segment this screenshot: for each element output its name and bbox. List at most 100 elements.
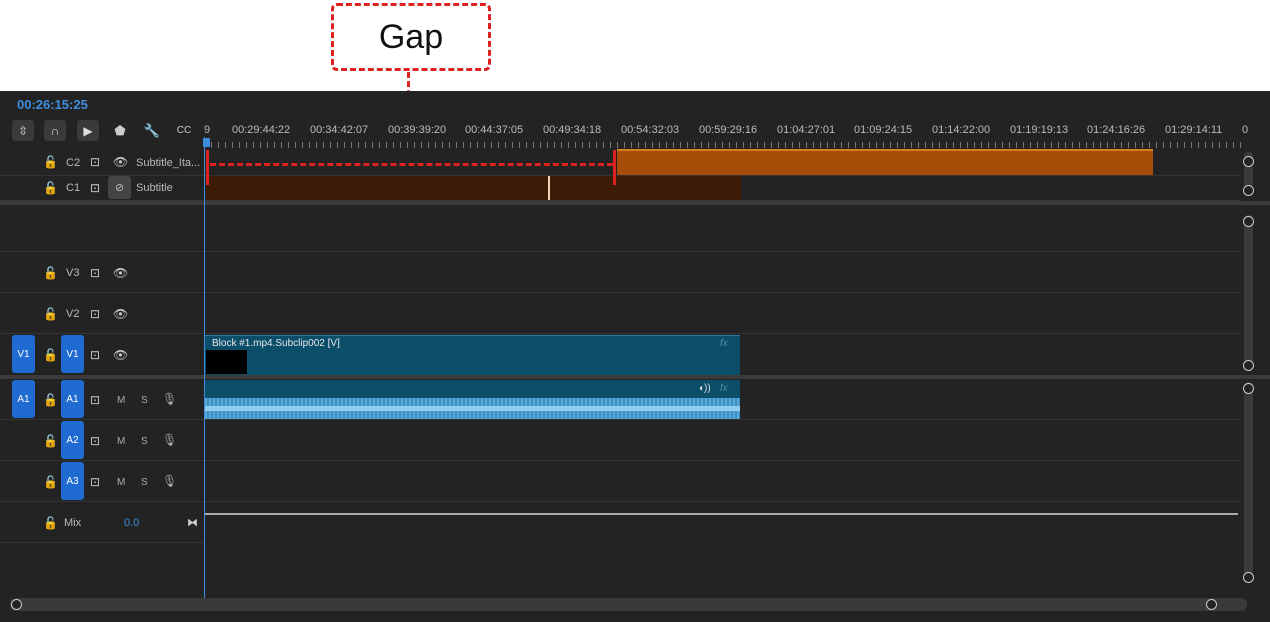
sync-lock-icon[interactable]: ⊡ xyxy=(90,155,100,169)
ruler-tick-label: 01:09:24:15 xyxy=(854,124,913,136)
mix-track-label: Mix xyxy=(64,517,82,529)
ruler-tick-label: 00:59:29:16 xyxy=(699,124,758,136)
wrench-icon[interactable]: 🔧 xyxy=(141,120,163,141)
lock-icon[interactable]: 🔓 xyxy=(43,155,58,169)
ruler-tick-label: 00:29:44:22 xyxy=(232,124,291,136)
playhead-timecode[interactable]: 00:26:15:25 xyxy=(17,97,88,112)
track-divider xyxy=(0,501,1240,502)
ruler-tick-label: 01:19:19:13 xyxy=(1010,124,1069,136)
track-id-c1: C1 xyxy=(66,182,81,194)
sync-lock-icon[interactable]: ⊡ xyxy=(90,348,100,362)
lock-icon[interactable]: 🔓 xyxy=(43,348,58,362)
microphone-icon[interactable]: 🎙 xyxy=(162,392,177,406)
ruler-ticks xyxy=(204,142,1247,148)
track-target-a2[interactable]: A2 xyxy=(61,421,84,459)
solo-button[interactable]: S xyxy=(141,436,148,447)
eye-icon[interactable]: 👁 xyxy=(113,348,128,362)
lock-icon[interactable]: 🔓 xyxy=(43,516,58,530)
solo-button[interactable]: S xyxy=(141,395,148,406)
playhead-line[interactable] xyxy=(204,137,205,599)
sync-lock-icon[interactable]: ⊡ xyxy=(90,181,100,195)
track-divider xyxy=(0,419,1240,420)
scroll-handle[interactable] xyxy=(1243,383,1254,394)
gap-start-marker xyxy=(206,150,209,185)
source-patch-a1[interactable]: A1 xyxy=(12,380,35,418)
time-ruler[interactable]: 9 00:29:44:22 00:34:42:07 00:39:39:20 00… xyxy=(204,118,1249,150)
fx-badge[interactable]: fx xyxy=(720,383,728,394)
microphone-icon[interactable]: 🎙 xyxy=(162,433,177,447)
track-target-a1[interactable]: A1 xyxy=(61,380,84,418)
lock-icon[interactable]: 🔓 xyxy=(43,475,58,489)
lock-icon[interactable]: 🔓 xyxy=(43,307,58,321)
horizontal-zoom-scrollbar[interactable] xyxy=(10,598,1247,611)
microphone-icon[interactable]: 🎙 xyxy=(162,474,177,488)
mute-button[interactable]: M xyxy=(117,477,125,488)
snap-magnet-icon[interactable]: ∩ xyxy=(44,120,66,141)
scroll-handle[interactable] xyxy=(1243,185,1254,196)
track-name-c2[interactable]: Subtitle_Ita... xyxy=(136,157,200,169)
insert-edit-icon[interactable]: ⇳ xyxy=(12,120,34,141)
eye-icon[interactable]: 👁 xyxy=(113,155,128,169)
lock-icon[interactable]: 🔓 xyxy=(43,181,58,195)
ruler-tick-label: 00:44:37:05 xyxy=(465,124,524,136)
ruler-tick-label: 00:49:34:18 xyxy=(543,124,602,136)
linked-selection-icon[interactable]: ▶ xyxy=(77,120,99,141)
track-divider xyxy=(0,542,205,543)
eye-hidden-icon[interactable]: ⊘ xyxy=(108,176,131,199)
track-id-v2: V2 xyxy=(66,308,80,320)
sync-lock-icon[interactable]: ⊡ xyxy=(90,307,100,321)
lock-icon[interactable]: 🔓 xyxy=(43,266,58,280)
gap-annotation-label: Gap xyxy=(331,3,491,71)
track-target-v1[interactable]: V1 xyxy=(61,335,84,373)
go-to-end-icon[interactable]: ⧓ xyxy=(187,516,198,529)
caption-marker xyxy=(548,176,550,200)
lock-icon[interactable]: 🔓 xyxy=(43,434,58,448)
scroll-handle[interactable] xyxy=(1243,360,1254,371)
scroll-handle[interactable] xyxy=(1243,216,1254,227)
section-separator[interactable] xyxy=(0,201,1270,205)
playhead-handle[interactable] xyxy=(203,138,210,147)
track-id-c2: C2 xyxy=(66,157,81,169)
scroll-handle[interactable] xyxy=(1243,572,1254,583)
mix-volume-value[interactable]: 0.0 xyxy=(124,517,139,529)
ruler-tick-label: 01:24:16:26 xyxy=(1087,124,1146,136)
mute-button[interactable]: M xyxy=(117,436,125,447)
track-divider xyxy=(0,460,1240,461)
ruler-end-fragment: 0 xyxy=(1242,124,1249,136)
video-vertical-scrollbar[interactable] xyxy=(1244,215,1253,371)
sync-lock-icon[interactable]: ⊡ xyxy=(90,393,100,407)
marker-icon[interactable]: ⬟ xyxy=(109,120,131,141)
sync-lock-icon[interactable]: ⊡ xyxy=(90,434,100,448)
section-separator[interactable] xyxy=(0,375,1270,379)
caption-clip-c1[interactable] xyxy=(206,176,741,200)
scroll-handle[interactable] xyxy=(1243,156,1254,167)
lock-icon[interactable]: 🔓 xyxy=(43,393,58,407)
fx-badge[interactable]: fx xyxy=(720,338,728,349)
ruler-tick-label: 00:54:32:03 xyxy=(621,124,680,136)
solo-button[interactable]: S xyxy=(141,477,148,488)
eye-icon[interactable]: 👁 xyxy=(113,307,128,321)
mute-button[interactable]: M xyxy=(117,395,125,406)
track-name-c1[interactable]: Subtitle xyxy=(136,182,173,194)
sync-lock-icon[interactable]: ⊡ xyxy=(90,475,100,489)
track-divider xyxy=(0,292,1240,293)
gap-end-marker xyxy=(613,150,616,185)
ruler-start-fragment: 9 xyxy=(204,124,211,136)
captions-icon[interactable]: CC xyxy=(173,120,195,141)
track-target-a3[interactable]: A3 xyxy=(61,462,84,500)
clip-thumbnail xyxy=(206,350,247,374)
zoom-handle-right[interactable] xyxy=(1206,599,1217,610)
ruler-tick-label: 00:39:39:20 xyxy=(388,124,447,136)
zoom-handle-left[interactable] xyxy=(11,599,22,610)
track-divider xyxy=(0,251,1240,252)
audio-effect-icon: ◖)) xyxy=(698,383,711,394)
audio-vertical-scrollbar[interactable] xyxy=(1244,382,1253,582)
video-clip-label: Block #1.mp4.Subclip002 [V] xyxy=(212,338,340,349)
caption-clip-c2[interactable] xyxy=(617,149,1153,175)
audio-waveform-peak xyxy=(205,406,740,411)
track-divider xyxy=(0,333,1240,334)
mix-volume-line[interactable] xyxy=(205,513,1238,515)
source-patch-v1[interactable]: V1 xyxy=(12,335,35,373)
sync-lock-icon[interactable]: ⊡ xyxy=(90,266,100,280)
eye-icon[interactable]: 👁 xyxy=(113,266,128,280)
